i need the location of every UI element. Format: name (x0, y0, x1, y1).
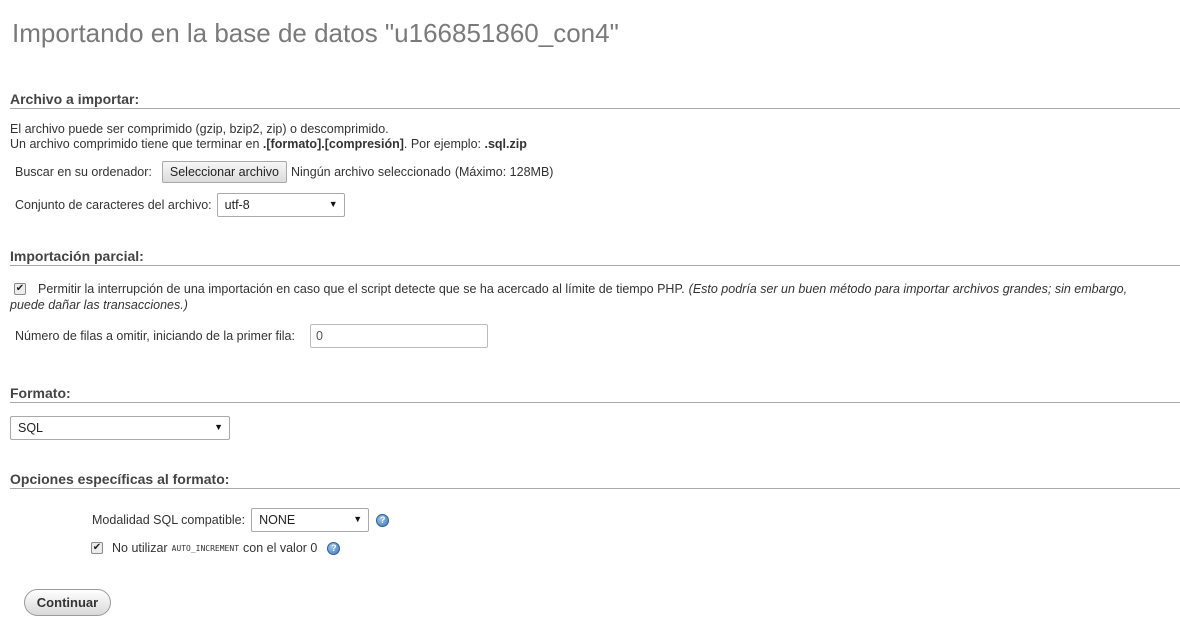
allow-interrupt-text: Permitir la interrupción de una importac… (38, 282, 685, 296)
page-title: Importando en la base de datos "u1668518… (12, 18, 619, 48)
no-auto-increment-prefix: No utilizar (112, 541, 168, 555)
checkmark-icon: ✔ (15, 283, 25, 294)
chevron-down-icon: ▼ (353, 514, 363, 524)
help-icon[interactable]: ? (376, 513, 390, 527)
no-auto-increment-row: ✔ No utilizar AUTO_INCREMENT con el valo… (91, 541, 341, 555)
skip-rows-label: Número de filas a omitir, iniciando de l… (15, 329, 295, 343)
max-size-text: (Máximo: 128MB) (454, 165, 554, 179)
help-icon[interactable]: ? (327, 541, 341, 555)
allow-interrupt-note: (Esto podría ser un buen método para imp… (688, 282, 1128, 296)
sql-compat-select[interactable]: NONE ▼ (251, 508, 370, 532)
auto-increment-code: AUTO_INCREMENT (171, 543, 240, 553)
skip-rows-input[interactable] (309, 324, 488, 348)
no-file-text: Ningún archivo seleccionado (290, 165, 451, 179)
section-heading-partial: Importación parcial: (10, 248, 1180, 266)
chevron-down-icon: ▼ (214, 422, 223, 432)
charset-select[interactable]: utf-8 ▼ (216, 193, 345, 217)
section-heading-format: Formato: (10, 385, 1180, 403)
charset-select-value: utf-8 (224, 198, 250, 212)
checkmark-icon: ✔ (92, 542, 102, 553)
allow-interrupt-note-cont: puede dañar las transacciones.) (10, 298, 188, 313)
format-info-middle: . Por ejemplo: (403, 137, 485, 151)
sql-compat-label: Modalidad SQL compatible: (92, 513, 246, 527)
no-auto-increment-checkbox[interactable]: ✔ (91, 542, 103, 554)
compression-format-info: Un archivo comprimido tiene que terminar… (10, 137, 527, 152)
allow-interrupt-checkbox[interactable]: ✔ (14, 283, 26, 295)
sql-compat-row: Modalidad SQL compatible: NONE ▼ ? (92, 508, 390, 532)
compression-info: El archivo puede ser comprimido (gzip, b… (10, 122, 389, 136)
charset-label: Conjunto de caracteres del archivo: (15, 198, 212, 212)
continue-button[interactable]: Continuar (24, 589, 111, 616)
section-heading-file: Archivo a importar: (10, 91, 1180, 109)
format-info-prefix: Un archivo comprimido tiene que terminar… (10, 137, 263, 151)
allow-interrupt-row: ✔ Permitir la interrupción de una import… (14, 282, 1127, 296)
format-select[interactable]: SQL ▼ (10, 416, 230, 440)
charset-row: Conjunto de caracteres del archivo: utf-… (15, 193, 345, 217)
chevron-down-icon: ▼ (328, 199, 338, 209)
format-example: .sql.zip (484, 137, 527, 151)
skip-rows-row: Número de filas a omitir, iniciando de l… (15, 324, 488, 348)
browse-label: Buscar en su ordenador: (15, 165, 152, 179)
section-heading-options: Opciones específicas al formato: (10, 471, 1180, 489)
browse-row: Buscar en su ordenador: Seleccionar arch… (15, 161, 553, 183)
no-auto-increment-suffix: con el valor 0 (243, 541, 318, 555)
format-pattern: .[formato].[compresión] (262, 137, 404, 151)
allow-interrupt-note-2: puede dañar las transacciones.) (10, 298, 188, 312)
select-file-button[interactable]: Seleccionar archivo (161, 161, 287, 183)
sql-compat-value: NONE (259, 513, 296, 527)
format-select-value: SQL (18, 421, 44, 435)
